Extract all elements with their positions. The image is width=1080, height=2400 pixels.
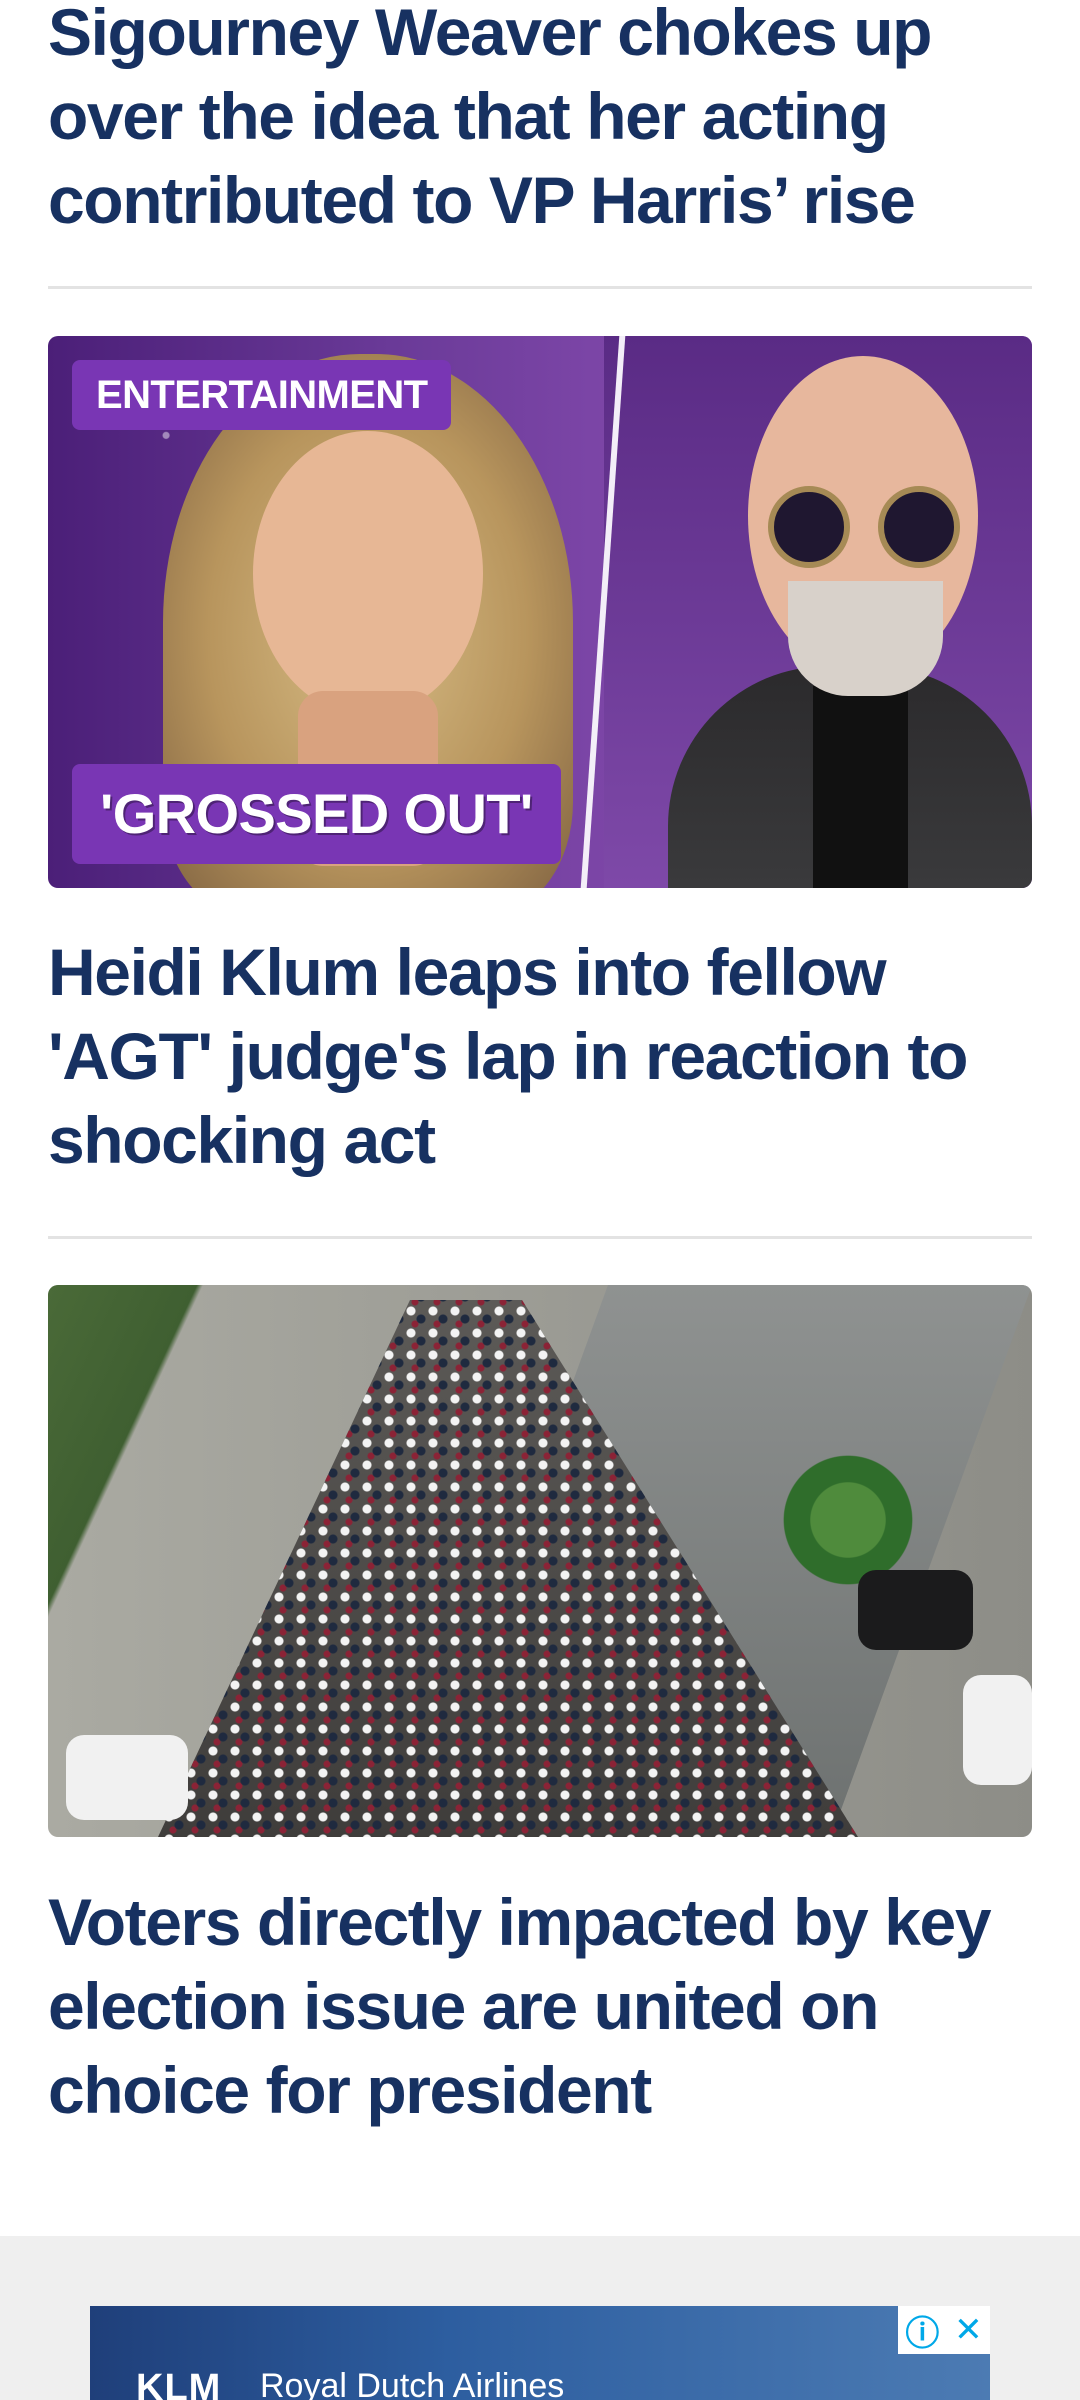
divider <box>48 286 1032 289</box>
car <box>963 1675 1032 1785</box>
story-3-image[interactable] <box>48 1285 1032 1837</box>
category-badge: ENTERTAINMENT <box>72 360 452 430</box>
ad-container: KLM Royal Dutch Airlines ⓘ ✕ <box>0 2236 1080 2400</box>
ad-banner[interactable]: KLM Royal Dutch Airlines ⓘ ✕ <box>90 2306 990 2400</box>
man-beard <box>788 581 943 696</box>
info-icon[interactable]: ⓘ <box>905 2306 939 2355</box>
ad-controls: ⓘ ✕ <box>898 2306 990 2354</box>
story-1-headline[interactable]: Sigourney Weaver chokes up over the idea… <box>48 0 1038 242</box>
image-overlay-label: 'GROSSED OUT' <box>72 764 561 864</box>
story-2-image[interactable]: ENTERTAINMENT 'GROSSED OUT' <box>48 336 1032 888</box>
woman-face <box>253 431 483 716</box>
divider <box>48 1236 1032 1239</box>
man-shirt <box>813 686 908 888</box>
sunglasses-right <box>878 486 960 568</box>
palm-tree <box>768 1450 928 1590</box>
story-2-headline[interactable]: Heidi Klum leaps into fellow 'AGT' judge… <box>48 930 1038 1182</box>
close-icon[interactable]: ✕ <box>954 2310 983 2350</box>
car <box>66 1735 188 1820</box>
car <box>858 1570 973 1650</box>
story-3-headline[interactable]: Voters directly impacted by key election… <box>48 1880 1038 2132</box>
ad-text: Royal Dutch Airlines <box>260 2367 565 2400</box>
sunglasses-left <box>768 486 850 568</box>
ad-logo: KLM <box>136 2367 222 2400</box>
